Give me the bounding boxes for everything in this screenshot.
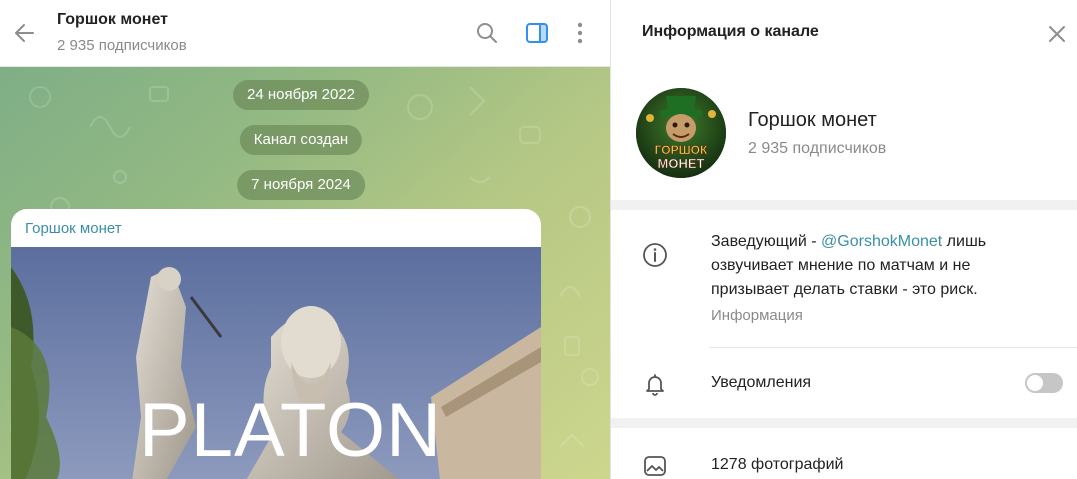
photo-icon bbox=[641, 452, 669, 479]
avatar-image: ГОРШОК МОНЕТ bbox=[636, 88, 726, 178]
bell-icon bbox=[641, 370, 669, 398]
date-divider: 24 ноября 2022 bbox=[232, 80, 370, 110]
section-divider bbox=[611, 418, 1077, 428]
info-icon bbox=[641, 241, 669, 269]
toggle-knob bbox=[1027, 375, 1043, 391]
photo-caption-text: PLATON bbox=[139, 388, 443, 473]
panel-title: Информация о канале bbox=[642, 23, 819, 40]
message-author[interactable]: Горшок монет bbox=[25, 220, 122, 237]
service-message: Канал создан bbox=[239, 125, 363, 155]
section-divider bbox=[611, 200, 1077, 210]
channel-info-panel: Информация о канале ГОРШОК МОНЕТ Горшок … bbox=[610, 0, 1077, 479]
avatar-logo-text-2: МОНЕТ bbox=[658, 156, 705, 171]
more-vertical-icon[interactable] bbox=[567, 20, 593, 46]
avatar[interactable]: ГОРШОК МОНЕТ bbox=[636, 88, 726, 178]
description-prefix: Заведующий - bbox=[711, 233, 822, 250]
chat-header: Горшок монет 2 935 подписчиков bbox=[0, 0, 610, 67]
row-divider bbox=[709, 347, 1077, 348]
notifications-toggle[interactable] bbox=[1025, 373, 1063, 393]
chat-subscribers: 2 935 подписчиков bbox=[57, 37, 187, 54]
channel-message[interactable]: Горшок монет PLATON bbox=[11, 209, 541, 479]
chat-title[interactable]: Горшок монет bbox=[57, 11, 168, 29]
chat-column: Горшок монет 2 935 подписчиков 24 ноября… bbox=[0, 0, 610, 479]
username-link[interactable]: @GorshokMonet bbox=[821, 233, 942, 250]
channel-subscribers: 2 935 подписчиков bbox=[748, 140, 887, 157]
channel-name: Горшок монет bbox=[748, 109, 877, 131]
message-photo[interactable]: PLATON bbox=[11, 247, 541, 479]
search-icon[interactable] bbox=[474, 20, 500, 46]
close-icon[interactable] bbox=[1045, 22, 1069, 46]
notifications-label: Уведомления bbox=[711, 374, 812, 391]
photos-count-link[interactable]: 1278 фотографий bbox=[711, 456, 843, 474]
channel-description: Заведующий - @GorshokMonet лишь озвучива… bbox=[711, 230, 1051, 302]
description-caption: Информация bbox=[711, 307, 803, 324]
side-panel-icon[interactable] bbox=[524, 20, 550, 46]
date-divider: 7 ноября 2024 bbox=[237, 170, 365, 200]
avatar-logo-text-1: ГОРШОК bbox=[655, 143, 708, 157]
arrow-left-icon[interactable] bbox=[12, 20, 38, 46]
